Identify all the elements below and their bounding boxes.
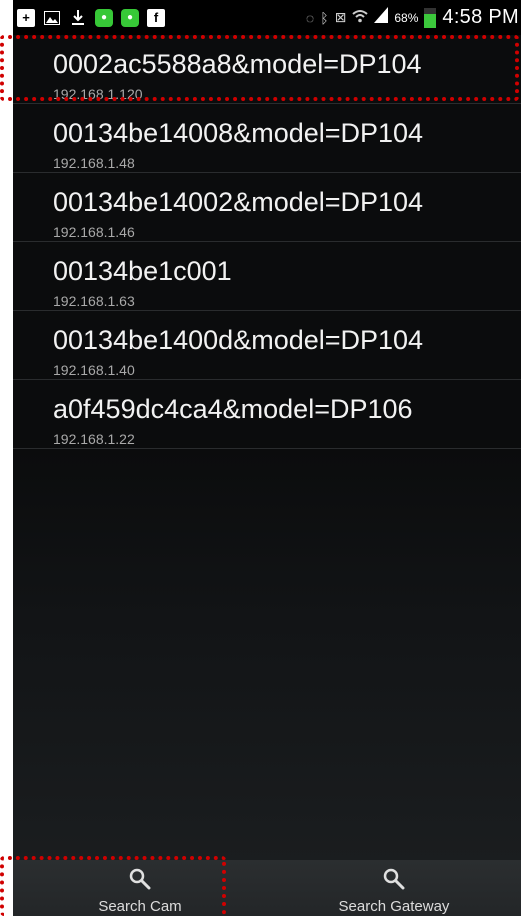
device-name: 00134be1400d&model=DP104 xyxy=(53,325,424,355)
list-item[interactable]: 00134be1c001 192.168.1.63 xyxy=(13,242,521,311)
download-icon xyxy=(69,9,87,27)
device-ip: 192.168.1.22 xyxy=(53,431,135,447)
status-bar: + ● ● f ◌ ᛒ ⊠ 68% 4:58 PM xyxy=(13,0,521,35)
search-icon xyxy=(383,868,405,890)
device-ip: 192.168.1.40 xyxy=(53,362,135,378)
facebook-icon: f xyxy=(147,8,165,27)
device-ip: 192.168.1.48 xyxy=(53,155,135,171)
highlight-box-search-cam xyxy=(0,856,226,916)
app-screen: + ● ● f ◌ ᛒ ⊠ 68% 4:58 PM 0002ac5588a8&m… xyxy=(13,0,521,916)
highlight-box-first-device xyxy=(0,35,519,101)
chat-icon: ● xyxy=(95,8,113,27)
device-name: 00134be14008&model=DP104 xyxy=(53,118,424,148)
device-name: 00134be1c001 xyxy=(53,256,232,286)
search-gateway-label: Search Gateway xyxy=(338,898,450,915)
signal-icon xyxy=(374,7,389,28)
battery-icon xyxy=(424,7,437,28)
device-ip: 192.168.1.46 xyxy=(53,224,135,240)
list-item[interactable]: a0f459dc4ca4&model=DP106 192.168.1.22 xyxy=(13,380,521,449)
nfc-icon: ⊠ xyxy=(334,9,347,25)
list-item[interactable]: 00134be1400d&model=DP104 192.168.1.40 xyxy=(13,311,521,380)
plus-icon: + xyxy=(17,8,35,27)
list-item[interactable]: 00134be14008&model=DP104 192.168.1.48 xyxy=(13,104,521,173)
bluetooth-icon: ᛒ xyxy=(320,9,329,26)
clock: 4:58 PM xyxy=(442,6,519,28)
list-item[interactable]: 00134be14002&model=DP104 192.168.1.46 xyxy=(13,173,521,242)
search-gateway-button[interactable]: Search Gateway xyxy=(267,860,521,916)
eye-icon: ◌ xyxy=(305,9,315,26)
device-name: 00134be14002&model=DP104 xyxy=(53,187,424,217)
gallery-icon xyxy=(43,9,61,27)
device-name: a0f459dc4ca4&model=DP106 xyxy=(53,394,413,424)
chat-icon: ● xyxy=(121,8,139,27)
wifi-icon xyxy=(352,8,369,27)
battery-percent: 68% xyxy=(394,10,419,25)
device-ip: 192.168.1.63 xyxy=(53,293,135,309)
